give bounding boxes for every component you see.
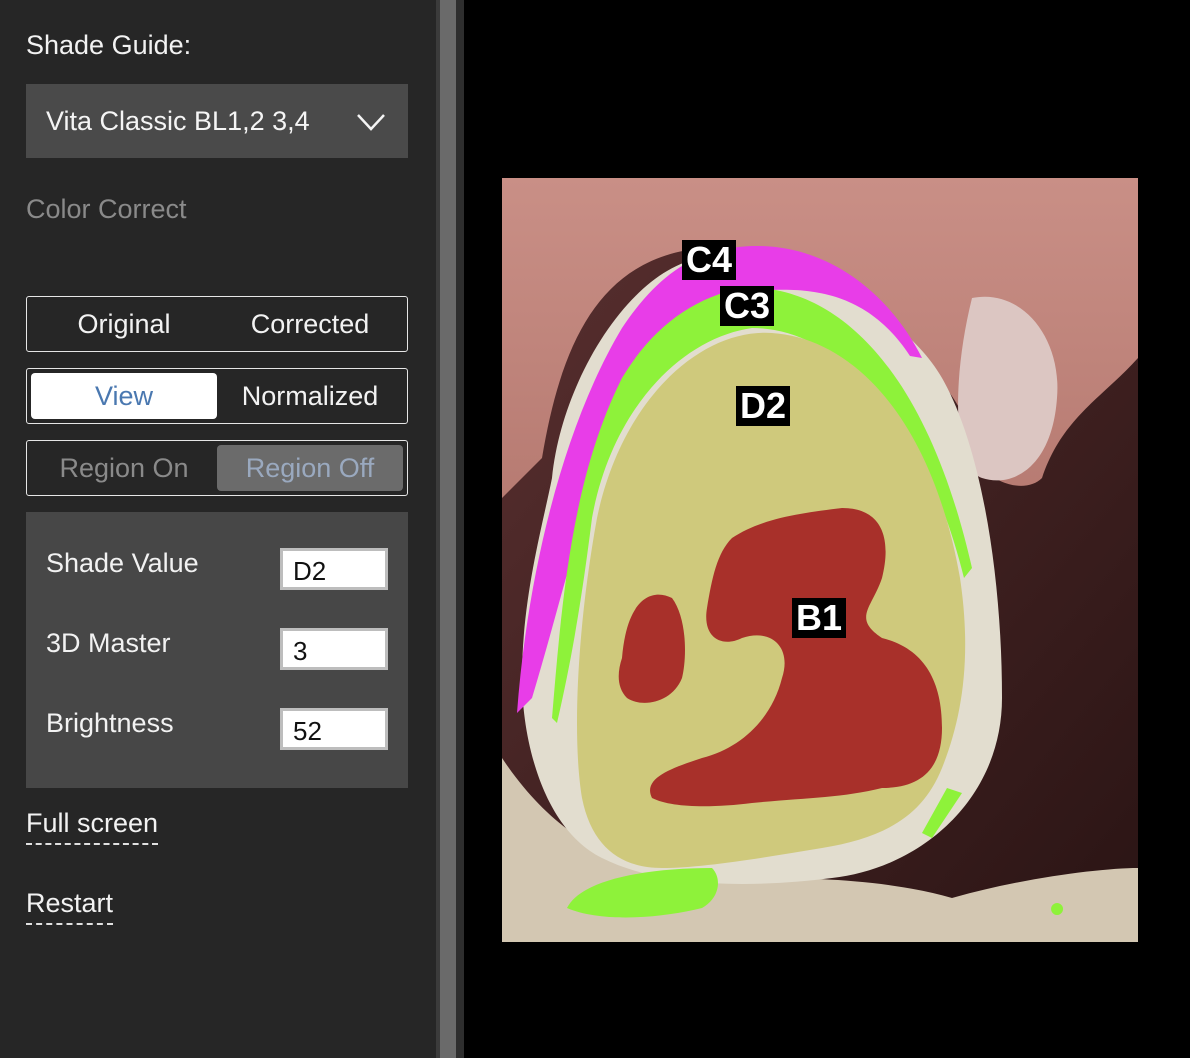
shade-guide-label: Shade Guide: [26,30,192,60]
region-label-d2: D2 [736,386,791,426]
tooth-shade-image [502,178,1138,942]
view-option[interactable]: View [31,373,217,419]
chevron-down-icon [356,108,386,139]
view-normalized-toggle: View Normalized [26,368,408,424]
image-viewport: C4 C3 D2 B1 [464,0,1190,1058]
master-3d-field[interactable] [280,628,388,670]
master-3d-label: 3D Master [46,628,171,658]
original-corrected-toggle: Original Corrected [26,296,408,352]
region-toggle: Region On Region Off [26,440,408,496]
control-sidebar: Shade Guide: Vita Classic BL1,2 3,4 Colo… [0,0,436,1058]
region-label-c3: C3 [720,286,775,326]
corrected-option[interactable]: Corrected [217,301,403,347]
panel-divider[interactable] [436,0,464,1058]
original-option[interactable]: Original [31,301,217,347]
shade-value-label: Shade Value [46,548,199,578]
region-on-option[interactable]: Region On [31,445,217,491]
region-off-option[interactable]: Region Off [217,445,403,491]
color-correct-label: Color Correct [26,194,187,224]
restart-link[interactable]: Restart [26,888,114,925]
shade-guide-dropdown[interactable]: Vita Classic BL1,2 3,4 [26,84,408,158]
region-label-b1: B1 [792,598,847,638]
shade-info-panel: Shade Value 3D Master Brightness [26,512,408,788]
brightness-field[interactable] [280,708,388,750]
normalized-option[interactable]: Normalized [217,373,403,419]
region-label-c4: C4 [682,240,737,280]
full-screen-link[interactable]: Full screen [26,808,159,845]
shade-value-field[interactable] [280,548,388,590]
brightness-label: Brightness [46,708,174,738]
shade-guide-value: Vita Classic BL1,2 3,4 [46,105,310,136]
